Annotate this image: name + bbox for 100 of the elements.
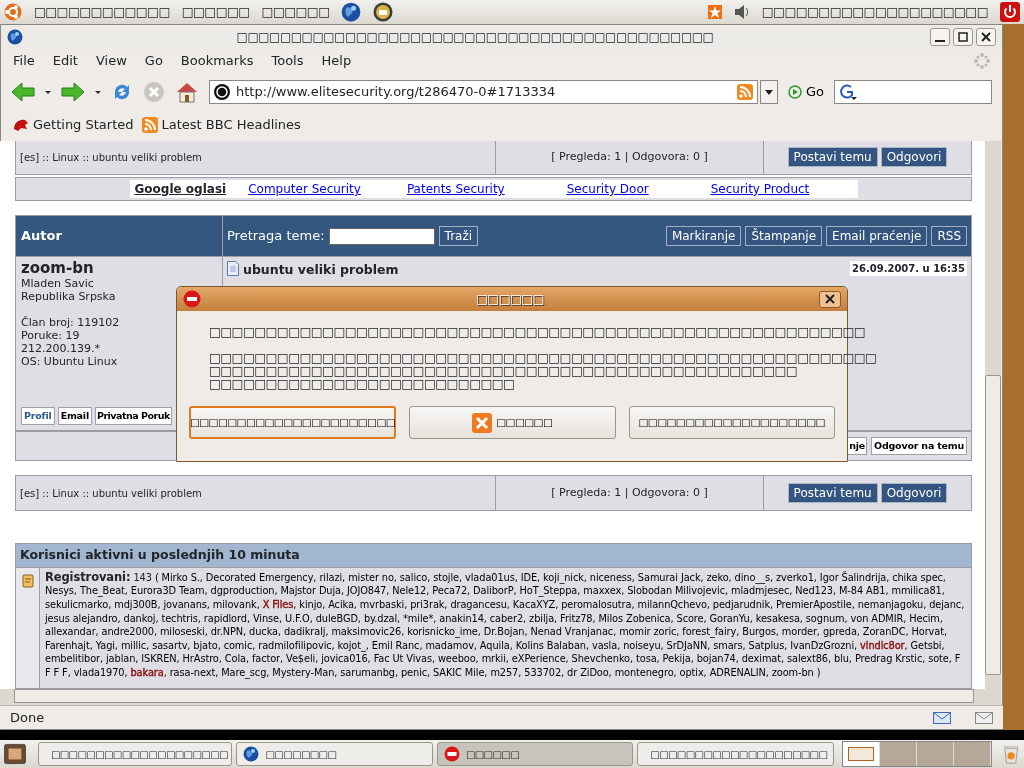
throbber-icon bbox=[974, 53, 990, 69]
author-detail: Poruke: 19 bbox=[21, 329, 80, 342]
mail-client-icon[interactable] bbox=[373, 2, 394, 22]
dialog-detail: □□□□□□□□□□□□□□□□□□□□□□□□□□□□□□□□□□□□□□□□□□□□□□□□□□□□ bbox=[209, 364, 798, 377]
speaker-icon[interactable] bbox=[733, 4, 750, 20]
caret-icon[interactable] bbox=[95, 90, 101, 94]
bookmark-icon bbox=[13, 117, 29, 133]
globe-icon bbox=[243, 746, 260, 762]
home-icon[interactable] bbox=[175, 81, 199, 103]
taskbar-item[interactable]: □□□□□□□□ bbox=[236, 742, 433, 766]
stop-icon bbox=[443, 746, 460, 762]
caret-icon bbox=[764, 89, 773, 95]
dropdown-button[interactable] bbox=[759, 80, 778, 104]
menu-item[interactable]: Bookmarks bbox=[180, 51, 254, 71]
profile-button[interactable]: Privatna Poruk bbox=[94, 407, 172, 425]
profile-button[interactable]: Profil bbox=[21, 407, 55, 425]
column-header: Autor bbox=[21, 227, 62, 246]
ad-link[interactable]: Security Product bbox=[710, 180, 810, 198]
forum-button[interactable]: Odgovori bbox=[880, 483, 948, 503]
search-button[interactable]: Traži bbox=[438, 226, 479, 246]
back-arrow-icon[interactable] bbox=[11, 81, 35, 103]
power-icon[interactable] bbox=[1000, 2, 1020, 22]
show-desktop-icon[interactable] bbox=[4, 743, 26, 765]
ads-label: Google oglasi bbox=[134, 181, 227, 198]
close-button[interactable] bbox=[976, 28, 996, 46]
profile-button[interactable]: Email bbox=[57, 407, 92, 425]
post-date: 26.09.2007. u 16:35 bbox=[850, 261, 967, 276]
cancel-icon bbox=[472, 412, 493, 433]
menu-item[interactable]: View bbox=[95, 51, 127, 71]
breadcrumb: [es] :: Linux :: ubuntu veliki problem bbox=[20, 150, 202, 165]
google-search-icon[interactable] bbox=[839, 84, 857, 100]
mail-icon[interactable] bbox=[933, 711, 951, 724]
window-thumbnail-icon bbox=[847, 747, 874, 761]
topic-search-field[interactable] bbox=[328, 227, 435, 245]
menu-item[interactable]: Help bbox=[321, 51, 352, 71]
rss-feed-icon bbox=[141, 117, 158, 133]
dialog-button[interactable]: □□□□□□□□□□□□□□□□□□□□ bbox=[628, 406, 835, 439]
user-link[interactable]: bakara bbox=[130, 666, 164, 678]
forum-button[interactable]: Odgovori bbox=[880, 147, 948, 167]
menu-item[interactable]: File bbox=[13, 51, 35, 71]
panel-menu[interactable]: □□□□□□ bbox=[261, 2, 330, 22]
ad-link[interactable]: Security Door bbox=[566, 180, 649, 198]
menu-item[interactable]: Edit bbox=[52, 51, 78, 71]
go-button[interactable]: Go bbox=[787, 82, 824, 102]
horizontal-scrollbar[interactable] bbox=[0, 689, 1001, 705]
panel-menu[interactable]: □□□□□□ bbox=[181, 2, 250, 22]
minimize-button[interactable] bbox=[930, 28, 950, 46]
author-detail: Republika Srpska bbox=[21, 290, 116, 303]
bookmark-link[interactable]: Latest BBC Headlines bbox=[141, 115, 301, 135]
post-action-button[interactable]: Odgovor na temu bbox=[871, 437, 967, 455]
bookmark-link[interactable]: Getting Started bbox=[13, 115, 134, 135]
search-label: Pretraga teme: bbox=[227, 227, 325, 246]
toolbar-button[interactable]: Email praćenje bbox=[826, 226, 928, 246]
topic-stats: [ Pregleda: 1 | Odgovora: 0 ] bbox=[551, 148, 708, 165]
toolbar-button[interactable]: RSS bbox=[931, 226, 967, 246]
post-title: ubuntu veliki problem bbox=[243, 261, 400, 279]
menu-item[interactable]: Tools bbox=[271, 51, 304, 71]
post-action-button[interactable]: nje bbox=[848, 437, 867, 455]
vertical-scrollbar[interactable] bbox=[985, 141, 1001, 689]
caret-icon[interactable] bbox=[45, 90, 51, 94]
address-field[interactable]: http://www.elitesecurity.org/t286470-0#1713334 bbox=[209, 80, 758, 104]
globe-icon[interactable] bbox=[341, 2, 362, 22]
close-icon bbox=[825, 294, 835, 304]
toolbar-button[interactable]: Štampanje bbox=[745, 226, 823, 246]
forum-button[interactable]: Postavi temu bbox=[787, 147, 878, 167]
globe-icon bbox=[7, 29, 23, 45]
user-link[interactable]: vindic8or bbox=[860, 639, 905, 651]
menu-item[interactable]: Go bbox=[144, 51, 163, 71]
toolbar-button[interactable]: Markiranje bbox=[665, 226, 742, 246]
ubuntu-logo-icon[interactable] bbox=[4, 3, 22, 21]
workspace-switcher[interactable] bbox=[841, 741, 992, 767]
close-icon bbox=[981, 32, 991, 42]
breadcrumb: [es] :: Linux :: ubuntu veliki problem bbox=[20, 486, 202, 501]
window-title: □□□□□□□□□□□□□□□□□□□□□□□□□□□□□□□□□□□□□□□□□□□□ bbox=[235, 29, 715, 46]
users-note-icon bbox=[21, 573, 34, 588]
author-detail: Član broj: 119102 bbox=[21, 316, 120, 329]
panel-clock[interactable]: □□□□□□□□□□□□□□□□□□□□ bbox=[761, 2, 988, 22]
search-field[interactable] bbox=[834, 80, 992, 104]
go-icon bbox=[787, 85, 802, 99]
author-detail: OS: Ubuntu Linux bbox=[21, 355, 118, 368]
maximize-button[interactable] bbox=[953, 28, 973, 46]
forum-button[interactable]: Postavi temu bbox=[787, 483, 878, 503]
forward-arrow-icon[interactable] bbox=[61, 81, 85, 103]
online-users-text: Registrovani: 143 ( Mirko S., Decorated Emergency, rilazi, mister no, salico, stojle, vlada01us, IDE, koji_nick, niceness, Samurai Jack, zeko, dino__s, zverko1, Igor Šalindrija, chika spec, Nesys, The_Beat, Eurora3D Team, dgproduction, Majstor Duja, JOJO847, Nele12, Peca72, DaliborP, HoT_Steppa, maxxex, Slobodan Milivojevic, mladmjesec, Ned123, M-84 AB1, mmilica81, sekulicmarko, mdj300B, jovanans, milovank, X Files, kinjo, Acika, mvrbaski, pri3rak, dragancesu, KacaXYZ, peromalosutra, milannQchevo, pedjarudnik, PremierApostile, nemanjagoku, dejanc, jesus alejandro, dankoj, techtris, rapidlord, Vinse, U.F.O, duleBGD, by.dzal, *mile*, anakin14, caber2, zbilja, Fritz78, Milos Zobenica, Score, GoranYu, kesakesa, sognum, von ADMIR, Hecim, allexandar, andre2000, miloseski, dr.NPN, ducka, dadikralj, maksimovic26, korisnicko_ime, Dr.Bojan, Nenad Vranjanac, momir zoric, forest_fairy, Burgos, morder, gpreda, ZoranDC, Horvat, Farenhajt, Yagi, millic, sasartv, bjato, comic, radmilofilipovic, kojot_, Emil Ranc, madamov, Aquila, Kolins Balaban, vasla, noiseyu, SrDJaNN, smars, Satplus, IvanDzGrozni, vindic8or, Getsbi, embelitibor, jablan, ISKREN, HrAstro, Cola, factor, Ve$eli, jovica016, Fac Ut Vivas, weeboo, mrkii, eXPerience, Shevchenko, tosa, Pekija, bojan74, deximat, salext86, blu, Predrag Krstic, sote, F F F F, vlada1970, bakara, rasa-next, Mare_scg, Mystery-Man, sarumanbg, penic, SAKIC Mile, m257, 533702, dr ZiDoo, montenegro, optix, ADRENALIN, zoom-bn ) bbox=[44, 568, 966, 681]
topic-stats: [ Pregleda: 1 | Odgovora: 0 ] bbox=[551, 484, 708, 501]
notification-icon[interactable] bbox=[707, 5, 722, 19]
taskbar-item[interactable]: □□□□□□□□□□□□□□□□□□□□ bbox=[637, 742, 834, 766]
mail-icon[interactable] bbox=[975, 711, 993, 724]
dialog-button[interactable]: □□□□□□ bbox=[409, 406, 616, 439]
document-icon bbox=[227, 261, 239, 276]
status-text: Done bbox=[10, 708, 46, 727]
ad-link[interactable]: Computer Security bbox=[248, 180, 361, 198]
author-detail: 212.200.139.* bbox=[21, 342, 100, 355]
panel-menu[interactable]: □□□□□□□□□□□□ bbox=[34, 2, 170, 22]
minimize-icon bbox=[935, 39, 945, 42]
stop-icon bbox=[183, 290, 201, 308]
taskbar-item[interactable]: □□□□□□□□□□□□□□□□□□□□ bbox=[37, 742, 233, 766]
taskbar-item[interactable]: □□□□□□ bbox=[436, 742, 634, 766]
ad-link[interactable]: Patents Security bbox=[406, 180, 505, 198]
close-button[interactable] bbox=[819, 290, 841, 308]
